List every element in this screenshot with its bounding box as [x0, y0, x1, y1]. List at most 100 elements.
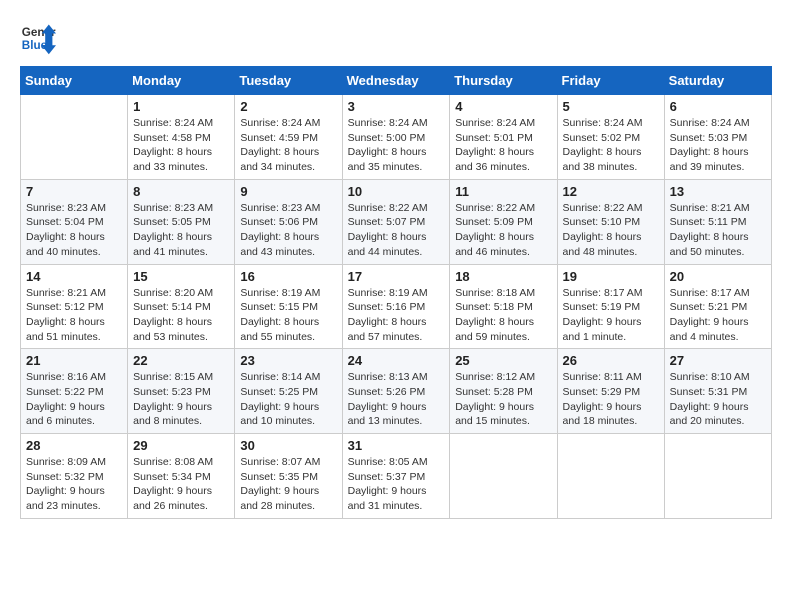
- day-number: 1: [133, 99, 229, 114]
- day-info: Sunrise: 8:13 AMSunset: 5:26 PMDaylight:…: [348, 370, 445, 429]
- calendar-header-row: SundayMondayTuesdayWednesdayThursdayFrid…: [21, 67, 772, 95]
- day-info: Sunrise: 8:09 AMSunset: 5:32 PMDaylight:…: [26, 455, 122, 514]
- day-number: 9: [240, 184, 336, 199]
- day-number: 26: [563, 353, 659, 368]
- calendar-cell: 2 Sunrise: 8:24 AMSunset: 4:59 PMDaylight…: [235, 95, 342, 180]
- calendar-cell: 15 Sunrise: 8:20 AMSunset: 5:14 PMDayligh…: [128, 264, 235, 349]
- day-info: Sunrise: 8:24 AMSunset: 5:03 PMDaylight:…: [670, 116, 766, 175]
- weekday-header: Wednesday: [342, 67, 450, 95]
- weekday-header: Friday: [557, 67, 664, 95]
- calendar-cell: 6 Sunrise: 8:24 AMSunset: 5:03 PMDaylight…: [664, 95, 771, 180]
- weekday-header: Tuesday: [235, 67, 342, 95]
- day-info: Sunrise: 8:24 AMSunset: 5:01 PMDaylight:…: [455, 116, 551, 175]
- calendar-cell: 26Sunrise: 8:11 AMSunset: 5:29 PMDayligh…: [557, 349, 664, 434]
- day-info: Sunrise: 8:15 AMSunset: 5:23 PMDaylight:…: [133, 370, 229, 429]
- calendar-cell: 22Sunrise: 8:15 AMSunset: 5:23 PMDayligh…: [128, 349, 235, 434]
- day-info: Sunrise: 8:19 AMSunset: 5:16 PMDaylight:…: [348, 286, 445, 345]
- calendar-cell: 4 Sunrise: 8:24 AMSunset: 5:01 PMDaylight…: [450, 95, 557, 180]
- day-info: Sunrise: 8:10 AMSunset: 5:31 PMDaylight:…: [670, 370, 766, 429]
- calendar-week-row: 1 Sunrise: 8:24 AMSunset: 4:58 PMDaylight…: [21, 95, 772, 180]
- day-number: 2: [240, 99, 336, 114]
- calendar-cell: 19 Sunrise: 8:17 AMSunset: 5:19 PMDayligh…: [557, 264, 664, 349]
- day-number: 10: [348, 184, 445, 199]
- weekday-header: Thursday: [450, 67, 557, 95]
- calendar-cell: 10Sunrise: 8:22 AMSunset: 5:07 PMDayligh…: [342, 179, 450, 264]
- day-number: 28: [26, 438, 122, 453]
- calendar-cell: 9 Sunrise: 8:23 AMSunset: 5:06 PMDaylight…: [235, 179, 342, 264]
- day-info: Sunrise: 8:24 AMSunset: 4:59 PMDaylight:…: [240, 116, 336, 175]
- calendar-cell: 28 Sunrise: 8:09 AMSunset: 5:32 PMDayligh…: [21, 434, 128, 519]
- weekday-header: Saturday: [664, 67, 771, 95]
- day-number: 11: [455, 184, 551, 199]
- calendar-cell: 24Sunrise: 8:13 AMSunset: 5:26 PMDayligh…: [342, 349, 450, 434]
- logo-icon: General Blue: [20, 20, 56, 56]
- day-number: 25: [455, 353, 551, 368]
- day-number: 12: [563, 184, 659, 199]
- calendar-cell: 30 Sunrise: 8:07 AMSunset: 5:35 PMDayligh…: [235, 434, 342, 519]
- day-number: 16: [240, 269, 336, 284]
- day-info: Sunrise: 8:19 AMSunset: 5:15 PMDaylight:…: [240, 286, 336, 345]
- calendar-week-row: 28 Sunrise: 8:09 AMSunset: 5:32 PMDayligh…: [21, 434, 772, 519]
- day-number: 7: [26, 184, 122, 199]
- day-number: 30: [240, 438, 336, 453]
- day-info: Sunrise: 8:16 AMSunset: 5:22 PMDaylight:…: [26, 370, 122, 429]
- day-info: Sunrise: 8:24 AMSunset: 5:02 PMDaylight:…: [563, 116, 659, 175]
- calendar-cell: 3 Sunrise: 8:24 AMSunset: 5:00 PMDaylight…: [342, 95, 450, 180]
- calendar-cell: 17 Sunrise: 8:19 AMSunset: 5:16 PMDayligh…: [342, 264, 450, 349]
- calendar-cell: 20Sunrise: 8:17 AMSunset: 5:21 PMDayligh…: [664, 264, 771, 349]
- calendar-cell: 12 Sunrise: 8:22 AMSunset: 5:10 PMDayligh…: [557, 179, 664, 264]
- day-info: Sunrise: 8:07 AMSunset: 5:35 PMDaylight:…: [240, 455, 336, 514]
- day-info: Sunrise: 8:18 AMSunset: 5:18 PMDaylight:…: [455, 286, 551, 345]
- calendar-cell: 13 Sunrise: 8:21 AMSunset: 5:11 PMDayligh…: [664, 179, 771, 264]
- day-number: 15: [133, 269, 229, 284]
- day-info: Sunrise: 8:08 AMSunset: 5:34 PMDaylight:…: [133, 455, 229, 514]
- day-number: 31: [348, 438, 445, 453]
- page-header: General Blue: [20, 20, 772, 56]
- calendar-cell: 16 Sunrise: 8:19 AMSunset: 5:15 PMDayligh…: [235, 264, 342, 349]
- day-info: Sunrise: 8:14 AMSunset: 5:25 PMDaylight:…: [240, 370, 336, 429]
- day-number: 18: [455, 269, 551, 284]
- calendar-cell: 11 Sunrise: 8:22 AMSunset: 5:09 PMDayligh…: [450, 179, 557, 264]
- day-info: Sunrise: 8:23 AMSunset: 5:06 PMDaylight:…: [240, 201, 336, 260]
- day-number: 27: [670, 353, 766, 368]
- day-info: Sunrise: 8:22 AMSunset: 5:09 PMDaylight:…: [455, 201, 551, 260]
- day-info: Sunrise: 8:22 AMSunset: 5:10 PMDaylight:…: [563, 201, 659, 260]
- calendar-week-row: 21 Sunrise: 8:16 AMSunset: 5:22 PMDayligh…: [21, 349, 772, 434]
- calendar-week-row: 7 Sunrise: 8:23 AMSunset: 5:04 PMDaylight…: [21, 179, 772, 264]
- day-number: 13: [670, 184, 766, 199]
- calendar-cell: [557, 434, 664, 519]
- weekday-header: Sunday: [21, 67, 128, 95]
- logo: General Blue: [20, 20, 56, 56]
- day-number: 23: [240, 353, 336, 368]
- day-info: Sunrise: 8:17 AMSunset: 5:19 PMDaylight:…: [563, 286, 659, 345]
- day-number: 5: [563, 99, 659, 114]
- day-info: Sunrise: 8:12 AMSunset: 5:28 PMDaylight:…: [455, 370, 551, 429]
- day-info: Sunrise: 8:05 AMSunset: 5:37 PMDaylight:…: [348, 455, 445, 514]
- weekday-header: Monday: [128, 67, 235, 95]
- day-number: 29: [133, 438, 229, 453]
- calendar-cell: 29 Sunrise: 8:08 AMSunset: 5:34 PMDayligh…: [128, 434, 235, 519]
- day-number: 19: [563, 269, 659, 284]
- calendar-cell: 25 Sunrise: 8:12 AMSunset: 5:28 PMDayligh…: [450, 349, 557, 434]
- calendar-cell: [450, 434, 557, 519]
- day-info: Sunrise: 8:20 AMSunset: 5:14 PMDaylight:…: [133, 286, 229, 345]
- day-info: Sunrise: 8:24 AMSunset: 4:58 PMDaylight:…: [133, 116, 229, 175]
- calendar-cell: 14Sunrise: 8:21 AMSunset: 5:12 PMDayligh…: [21, 264, 128, 349]
- calendar-table: SundayMondayTuesdayWednesdayThursdayFrid…: [20, 66, 772, 519]
- calendar-cell: 27 Sunrise: 8:10 AMSunset: 5:31 PMDayligh…: [664, 349, 771, 434]
- calendar-cell: 18 Sunrise: 8:18 AMSunset: 5:18 PMDayligh…: [450, 264, 557, 349]
- day-info: Sunrise: 8:24 AMSunset: 5:00 PMDaylight:…: [348, 116, 445, 175]
- day-number: 4: [455, 99, 551, 114]
- day-number: 21: [26, 353, 122, 368]
- calendar-cell: 1 Sunrise: 8:24 AMSunset: 4:58 PMDaylight…: [128, 95, 235, 180]
- day-number: 20: [670, 269, 766, 284]
- calendar-cell: 21 Sunrise: 8:16 AMSunset: 5:22 PMDayligh…: [21, 349, 128, 434]
- calendar-cell: [21, 95, 128, 180]
- calendar-cell: 31 Sunrise: 8:05 AMSunset: 5:37 PMDayligh…: [342, 434, 450, 519]
- day-number: 3: [348, 99, 445, 114]
- day-number: 17: [348, 269, 445, 284]
- day-info: Sunrise: 8:23 AMSunset: 5:04 PMDaylight:…: [26, 201, 122, 260]
- calendar-week-row: 14Sunrise: 8:21 AMSunset: 5:12 PMDayligh…: [21, 264, 772, 349]
- day-info: Sunrise: 8:21 AMSunset: 5:11 PMDaylight:…: [670, 201, 766, 260]
- day-number: 6: [670, 99, 766, 114]
